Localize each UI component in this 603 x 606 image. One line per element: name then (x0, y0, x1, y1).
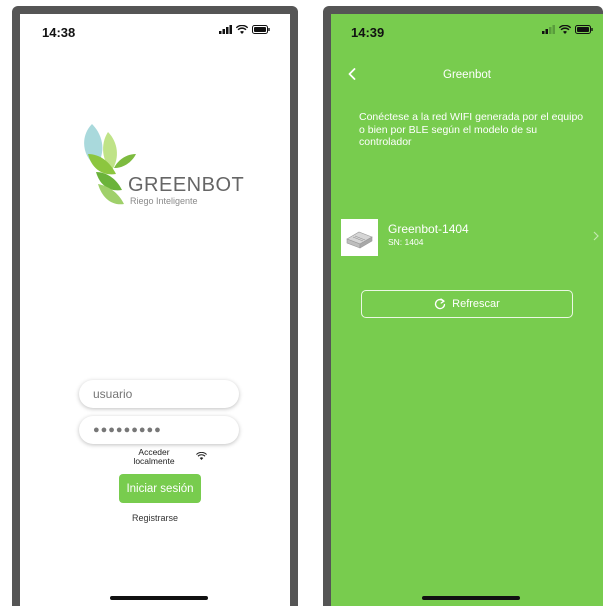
wifi-toggle-icon[interactable] (196, 452, 207, 460)
local-access-label: Acceder localmente (133, 447, 175, 466)
phone-frame-left: 14:38 GREENBOT Riego Inteligente usuario… (12, 6, 298, 606)
brand-name: GREENBOT (128, 174, 245, 196)
nav-title: Greenbot (443, 69, 491, 81)
device-list-item[interactable]: Greenbot-1404 SN: 1404 (331, 219, 603, 259)
home-indicator (110, 596, 208, 600)
refresh-button[interactable]: Refrescar (361, 290, 573, 318)
refresh-button-label: Refrescar (452, 298, 500, 310)
device-serial: SN: 1404 (388, 237, 424, 247)
wifi-icon (559, 25, 571, 34)
password-input[interactable]: ●●●●●●●●● (79, 416, 239, 444)
refresh-icon (435, 298, 446, 310)
status-icons (219, 25, 270, 34)
leaf-logo-icon (84, 124, 136, 205)
username-input[interactable] (79, 380, 239, 408)
login-screen: 14:38 GREENBOT Riego Inteligente usuario… (20, 14, 290, 606)
brand-tagline: Riego Inteligente (130, 196, 198, 206)
controller-device-icon (346, 231, 373, 249)
register-link[interactable]: Registrarse (20, 513, 290, 523)
status-time: 14:38 (42, 25, 76, 40)
battery-icon (252, 25, 270, 34)
wifi-icon (236, 25, 248, 34)
signal-icon (542, 25, 555, 34)
instructions-text: Conéctese a la red WIFI generada por el … (359, 111, 584, 148)
login-button[interactable]: Iniciar sesión (119, 474, 201, 503)
device-name: Greenbot-1404 (388, 222, 469, 236)
greenbot-logo: GREENBOT Riego Inteligente (78, 122, 248, 212)
phone-frame-right: 14:39 Greenbot Conéctese a la red WIFI g… (323, 6, 603, 606)
device-list-screen: 14:39 Greenbot Conéctese a la red WIFI g… (331, 14, 603, 606)
signal-icon (219, 25, 232, 34)
status-time: 14:39 (351, 25, 385, 40)
device-thumbnail (341, 219, 378, 256)
home-indicator (422, 596, 520, 600)
status-icons (542, 25, 593, 34)
battery-icon (575, 25, 593, 34)
chevron-right-icon (593, 231, 599, 241)
